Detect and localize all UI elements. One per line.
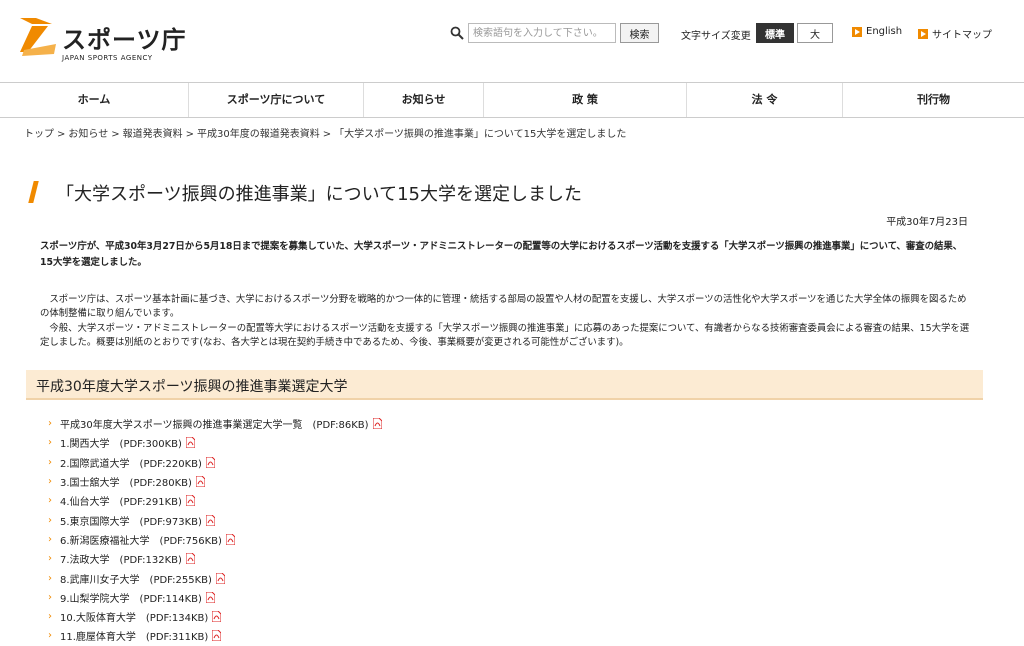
chevron-right-icon: › (48, 495, 52, 507)
breadcrumb-separator: > (322, 129, 332, 140)
fontsize-label: 文字サイズ変更 (681, 31, 751, 42)
list-item: › 11.鹿屋体育大学 (PDF:311KB) (48, 626, 382, 645)
list-item: › 3.国士舘大学 (PDF:280KB) (48, 472, 382, 491)
nav-item-policy[interactable]: 政 策 (484, 83, 687, 117)
search-button[interactable]: 検索 (620, 23, 659, 43)
file-link[interactable]: 5.東京国際大学 (PDF:973KB) (60, 513, 202, 528)
english-link-label: English (866, 26, 903, 37)
breadcrumb-item-news[interactable]: お知らせ (68, 129, 108, 140)
chevron-right-icon: › (48, 514, 52, 526)
global-nav: ホーム スポーツ庁について お知らせ 政 策 法 令 刊行物 (0, 82, 1024, 118)
list-item: › 4.仙台大学 (PDF:291KB) (48, 491, 382, 510)
body-paragraph-1: スポーツ庁は、スポーツ基本計画に基づき、大学におけるスポーツ分野を戦略的かつ一体… (40, 294, 967, 319)
file-link[interactable]: 6.新潟医療福祉大学 (PDF:756KB) (60, 532, 222, 547)
breadcrumb-separator: > (111, 129, 120, 140)
breadcrumb-separator: > (185, 129, 194, 140)
search-icon (450, 26, 464, 40)
pdf-icon (212, 630, 222, 642)
pdf-icon (185, 437, 195, 449)
chevron-right-icon: › (48, 456, 52, 468)
chevron-right-icon: › (48, 476, 52, 488)
arrow-right-icon (918, 28, 928, 39)
chevron-right-icon: › (48, 533, 52, 545)
chevron-right-icon: › (48, 630, 52, 642)
nav-item-law[interactable]: 法 令 (687, 83, 843, 117)
breadcrumb-item-top[interactable]: トップ (24, 129, 54, 140)
sitemap-link[interactable]: サイトマップ (918, 26, 992, 41)
chevron-right-icon: › (48, 437, 52, 449)
fontsize-standard-button[interactable]: 標準 (756, 23, 794, 43)
pdf-icon (225, 533, 235, 545)
lead-paragraph: スポーツ庁が、平成30年3月27日から5月18日まで提案を募集していた、大学スポ… (40, 241, 963, 268)
logo-text: スポーツ庁 (62, 26, 187, 54)
chevron-right-icon: › (48, 611, 52, 623)
chevron-right-icon: › (48, 418, 52, 430)
publish-date: 平成30年7月23日 (886, 217, 968, 228)
section-title: 平成30年度大学スポーツ振興の推進事業選定大学 (36, 379, 348, 395)
logo-mark-icon (20, 18, 56, 56)
file-link[interactable]: 2.国際武道大学 (PDF:220KB) (60, 455, 202, 470)
breadcrumb-item-h30-press[interactable]: 平成30年度の報道発表資料 (197, 129, 320, 140)
list-item: › 9.山梨学院大学 (PDF:114KB) (48, 588, 382, 607)
file-link[interactable]: 8.武庫川女子大学 (PDF:255KB) (60, 571, 212, 586)
nav-item-publications[interactable]: 刊行物 (843, 83, 1024, 117)
title-accent-bar (28, 181, 39, 203)
file-link[interactable]: 4.仙台大学 (PDF:291KB) (60, 493, 182, 508)
fontsize-large-button[interactable]: 大 (797, 23, 833, 43)
breadcrumb-separator: > (57, 129, 66, 140)
site-logo[interactable]: スポーツ庁 JAPAN SPORTS AGENCY (18, 14, 186, 64)
site-header: スポーツ庁 JAPAN SPORTS AGENCY 検索 文字サイズ変更 標準 … (0, 0, 1024, 82)
breadcrumb: トップ > お知らせ > 報道発表資料 > 平成30年度の報道発表資料 > 「大学スポーツ振興の… (24, 125, 626, 140)
list-item: › 1.関西大学 (PDF:300KB) (48, 433, 382, 452)
pdf-icon (185, 495, 195, 507)
list-item: › 7.法政大学 (PDF:132KB) (48, 549, 382, 568)
pdf-icon (205, 456, 215, 468)
pdf-icon (372, 418, 382, 430)
file-link[interactable]: 7.法政大学 (PDF:132KB) (60, 551, 182, 566)
body-paragraph-2: 今般、大学スポーツ・アドミニストレーターの配置等大学におけるスポーツ活動を支援す… (40, 323, 970, 348)
breadcrumb-item-press[interactable]: 報道発表資料 (123, 129, 183, 140)
nav-item-about[interactable]: スポーツ庁について (189, 83, 364, 117)
nav-item-home[interactable]: ホーム (0, 83, 189, 117)
chevron-right-icon: › (48, 553, 52, 565)
section-heading-box: 平成30年度大学スポーツ振興の推進事業選定大学 (26, 370, 983, 400)
pdf-icon (205, 514, 215, 526)
chevron-right-icon: › (48, 572, 52, 584)
pdf-icon (212, 611, 222, 623)
arrow-right-icon (852, 26, 862, 37)
pdf-icon (185, 553, 195, 565)
file-link[interactable]: 10.大阪体育大学 (PDF:134KB) (60, 609, 208, 624)
english-link[interactable]: English (852, 26, 902, 37)
file-link[interactable]: 9.山梨学院大学 (PDF:114KB) (60, 590, 202, 605)
list-item: › 10.大阪体育大学 (PDF:134KB) (48, 607, 382, 626)
pdf-icon (205, 591, 215, 603)
list-item: › 6.新潟医療福祉大学 (PDF:756KB) (48, 530, 382, 549)
sitemap-link-label: サイトマップ (932, 30, 992, 41)
list-item: › 8.武庫川女子大学 (PDF:255KB) (48, 568, 382, 587)
nav-item-news[interactable]: お知らせ (364, 83, 484, 117)
file-link[interactable]: 3.国士舘大学 (PDF:280KB) (60, 474, 192, 489)
file-link[interactable]: 1.関西大学 (PDF:300KB) (60, 435, 182, 450)
search-input[interactable] (468, 23, 616, 43)
chevron-right-icon: › (48, 591, 52, 603)
breadcrumb-current: 「大学スポーツ振興の推進事業」について15大学を選定しました (334, 129, 627, 140)
file-link[interactable]: 平成30年度大学スポーツ振興の推進事業選定大学一覧 (PDF:86KB) (60, 416, 369, 431)
logo-subtext: JAPAN SPORTS AGENCY (62, 54, 153, 62)
page-title: 「大学スポーツ振興の推進事業」について15大学を選定しました (56, 184, 583, 205)
file-list: › 平成30年度大学スポーツ振興の推進事業選定大学一覧 (PDF:86KB) › 1… (48, 414, 382, 646)
list-item: › 5.東京国際大学 (PDF:973KB) (48, 510, 382, 529)
file-link[interactable]: 11.鹿屋体育大学 (PDF:311KB) (60, 628, 208, 643)
pdf-icon (195, 476, 205, 488)
pdf-icon (215, 572, 225, 584)
list-item: › 2.国際武道大学 (PDF:220KB) (48, 453, 382, 472)
list-item: › 平成30年度大学スポーツ振興の推進事業選定大学一覧 (PDF:86KB) (48, 414, 382, 433)
